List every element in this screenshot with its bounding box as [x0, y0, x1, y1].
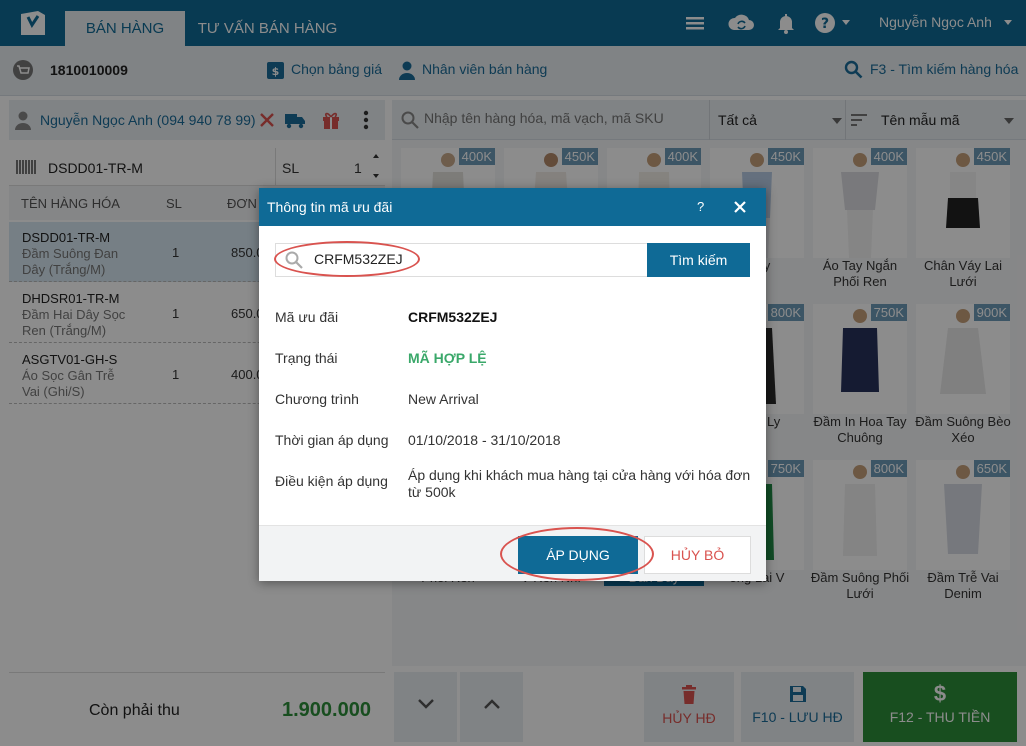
highlight-ring — [274, 241, 420, 277]
dialog-title-bar: Thông tin mã ưu đãi ? — [259, 188, 766, 226]
dialog-title: Thông tin mã ưu đãi — [267, 199, 393, 215]
promo-code-value: CRFM532ZEJ — [408, 309, 498, 325]
program-value: New Arrival — [408, 391, 479, 407]
valid-period-value: 01/10/2018 - 31/10/2018 — [408, 432, 561, 448]
program-label: Chương trình — [275, 391, 359, 407]
status-label: Trạng thái — [275, 350, 338, 366]
find-promo-button[interactable]: Tìm kiếm — [647, 243, 750, 277]
condition-label: Điều kiện áp dụng — [275, 473, 388, 489]
valid-period-label: Thời gian áp dụng — [275, 432, 389, 448]
dialog-help-button[interactable]: ? — [697, 199, 704, 214]
cancel-button[interactable]: HỦY BỎ — [644, 536, 751, 574]
condition-value: Áp dụng khi khách mua hàng tại cửa hàng … — [408, 467, 751, 500]
status-value: MÃ HỢP LỆ — [408, 350, 487, 366]
dialog-footer: ÁP DỤNG HỦY BỎ — [259, 525, 766, 581]
close-icon[interactable] — [734, 201, 746, 213]
promo-code-dialog: Thông tin mã ưu đãi ? Tìm kiếm Mã ưu đãi… — [259, 188, 766, 581]
highlight-ring — [500, 527, 654, 581]
promo-code-label: Mã ưu đãi — [275, 309, 339, 325]
